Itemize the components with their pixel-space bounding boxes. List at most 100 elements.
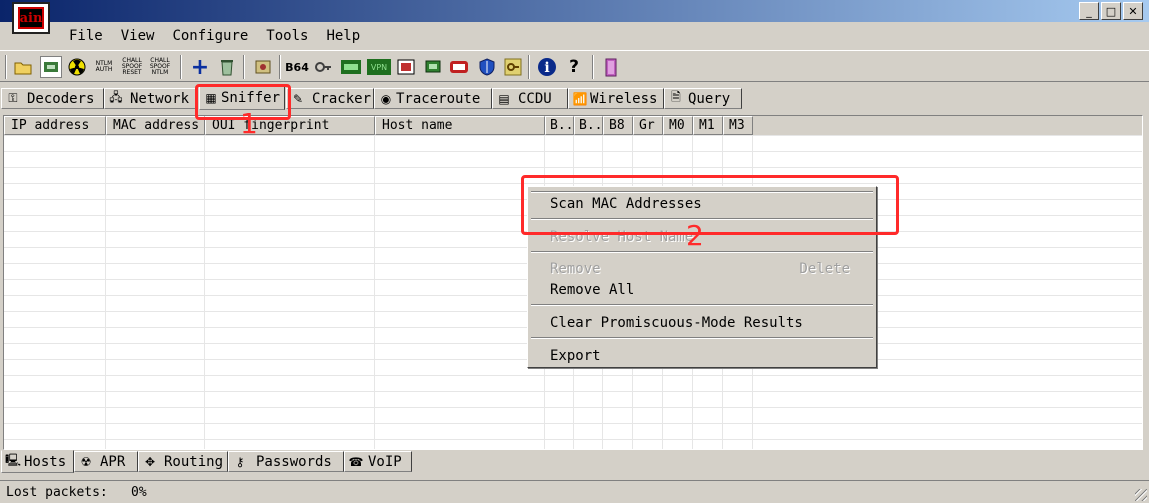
tab-apr[interactable]: ☢ APR — [74, 451, 138, 472]
menu-separator — [531, 337, 873, 339]
status-lost-packets-value: 0% — [131, 485, 147, 500]
cracker-icon: ✎ — [292, 91, 304, 106]
resize-grip-icon[interactable] — [1135, 489, 1147, 501]
recycle-bin-icon[interactable] — [216, 56, 238, 78]
tab-label: CCDU — [518, 90, 552, 107]
tab-wireless[interactable]: 📶 Wireless — [568, 88, 664, 109]
bottom-tab-strip: 🖳 Hosts ☢ APR ✥ Routing ⚷ Passwords ☎ VoIP — [0, 450, 1149, 473]
window-controls: _ □ ✕ — [1079, 2, 1143, 20]
query-icon: 🗎 — [671, 90, 681, 104]
menu-view[interactable]: View — [112, 26, 164, 46]
toolbar-separator — [279, 55, 281, 79]
monitor-icon[interactable] — [422, 56, 444, 78]
table-header: IP address MAC address OUI fingerprint H… — [4, 116, 1142, 135]
column-b8[interactable]: B8 — [603, 116, 633, 135]
column-divider — [374, 135, 375, 449]
toolbar: NTLM AUTH CHALL SPOOF RESET CHALL SPOOF … — [0, 50, 1149, 82]
toolbar-separator — [5, 55, 7, 79]
ccdu-icon: ▤ — [498, 91, 510, 106]
routing-icon: ✥ — [144, 454, 156, 469]
tab-passwords[interactable]: ⚷ Passwords — [228, 451, 344, 472]
annotation-number-1: 1 — [240, 107, 258, 140]
status-bar: Lost packets: 0% — [0, 480, 1149, 503]
voip-icon: ☎ — [348, 454, 364, 469]
hosts-icon: 🖳 — [5, 453, 22, 467]
maximize-button[interactable]: □ — [1101, 2, 1121, 20]
column-b-broadcast[interactable]: B.. — [545, 116, 574, 135]
add-icon[interactable]: + — [189, 55, 211, 80]
vpn-icon[interactable]: VPN — [367, 59, 391, 75]
menu-tools[interactable]: Tools — [257, 26, 317, 46]
tray-icon[interactable] — [448, 56, 470, 78]
svg-text:i: i — [544, 60, 549, 76]
toolbar-separator — [592, 55, 594, 79]
menu-configure[interactable]: Configure — [163, 26, 257, 46]
tab-label: Traceroute — [396, 90, 481, 107]
tab-routing[interactable]: ✥ Routing — [138, 451, 228, 472]
column-m3[interactable]: M3 — [723, 116, 753, 135]
tab-voip[interactable]: ☎ VoIP — [344, 451, 412, 472]
terminal-icon[interactable] — [340, 56, 362, 78]
radiation-icon[interactable] — [66, 56, 88, 78]
password-key-icon[interactable] — [502, 56, 524, 78]
menu-file[interactable]: File — [60, 26, 112, 46]
column-mac-address[interactable]: MAC address — [106, 116, 205, 135]
tab-label: Passwords — [256, 453, 332, 470]
menu-item-remove-shortcut: Delete — [799, 261, 850, 277]
annotation-number-2: 2 — [686, 219, 704, 252]
tab-label: Hosts — [24, 453, 67, 470]
chall-spoof-ntlm-icon[interactable]: CHALL SPOOF NTLM — [148, 56, 172, 78]
column-divider — [105, 135, 106, 449]
ntlm-auth-icon[interactable]: NTLM AUTH — [92, 56, 116, 78]
tab-label: Routing — [164, 453, 224, 470]
tab-label: APR — [100, 453, 126, 470]
tab-label: Cracker — [312, 90, 372, 107]
menu-item-clear-promiscuous-mode-results[interactable]: Clear Promiscuous-Mode Results — [550, 314, 850, 332]
tab-query[interactable]: 🗎 Query — [664, 88, 742, 109]
chall-spoof-reset-icon[interactable]: CHALL SPOOF RESET — [120, 56, 144, 78]
menu-help[interactable]: Help — [317, 26, 369, 46]
open-folder-icon[interactable] — [12, 56, 34, 78]
tab-label: VoIP — [368, 453, 402, 470]
shield-icon[interactable] — [476, 56, 498, 78]
column-gr[interactable]: Gr — [633, 116, 663, 135]
menu-item-remove-all[interactable]: Remove All — [550, 281, 850, 299]
wireless-icon: 📶 — [572, 91, 588, 106]
menu-item-export[interactable]: Export — [550, 347, 850, 365]
column-m0[interactable]: M0 — [663, 116, 693, 135]
column-host-name[interactable]: Host name — [375, 116, 545, 135]
toolbar-separator — [180, 55, 182, 79]
tab-hosts[interactable]: 🖳 Hosts — [1, 450, 74, 473]
tab-cracker[interactable]: ✎ Cracker — [286, 88, 374, 109]
status-lost-packets-label: Lost packets: — [6, 485, 108, 500]
column-b-broadcast-2[interactable]: B.. — [574, 116, 603, 135]
help-icon[interactable]: ? — [563, 56, 585, 78]
base64-icon[interactable]: B64 — [285, 56, 309, 78]
tab-ccdu[interactable]: ▤ CCDU — [492, 88, 568, 109]
column-m1[interactable]: M1 — [693, 116, 723, 135]
decoders-icon: ⚿ — [8, 91, 18, 105]
menu-bar: File View Configure Tools Help — [60, 26, 369, 46]
exit-door-icon[interactable] — [600, 56, 622, 78]
info-icon[interactable]: i — [536, 56, 558, 78]
tab-decoders[interactable]: ⚿ Decoders — [1, 88, 104, 109]
menu-item-remove[interactable]: Remove Delete — [550, 260, 850, 278]
apr-radiation-icon: ☢ — [80, 454, 92, 469]
minimize-button[interactable]: _ — [1079, 2, 1099, 20]
column-divider — [204, 135, 205, 449]
app-logo: ain — [12, 2, 50, 34]
tab-network[interactable]: 🖧 Network — [104, 88, 196, 109]
rdp-icon[interactable] — [395, 56, 417, 78]
sniffer-toggle-icon[interactable] — [40, 56, 62, 78]
toolbar-separator — [528, 55, 530, 79]
toolbar-separator — [243, 55, 245, 79]
annotation-box-scan — [521, 175, 899, 235]
tab-traceroute[interactable]: ◉ Traceroute — [374, 88, 492, 109]
key-icon[interactable] — [312, 56, 334, 78]
tab-label: Query — [688, 90, 731, 107]
tab-label: Decoders — [27, 90, 95, 107]
app-logo-text: ain — [18, 7, 44, 29]
certificate-icon[interactable] — [252, 56, 274, 78]
close-button[interactable]: ✕ — [1123, 2, 1143, 20]
column-ip-address[interactable]: IP address — [4, 116, 106, 135]
